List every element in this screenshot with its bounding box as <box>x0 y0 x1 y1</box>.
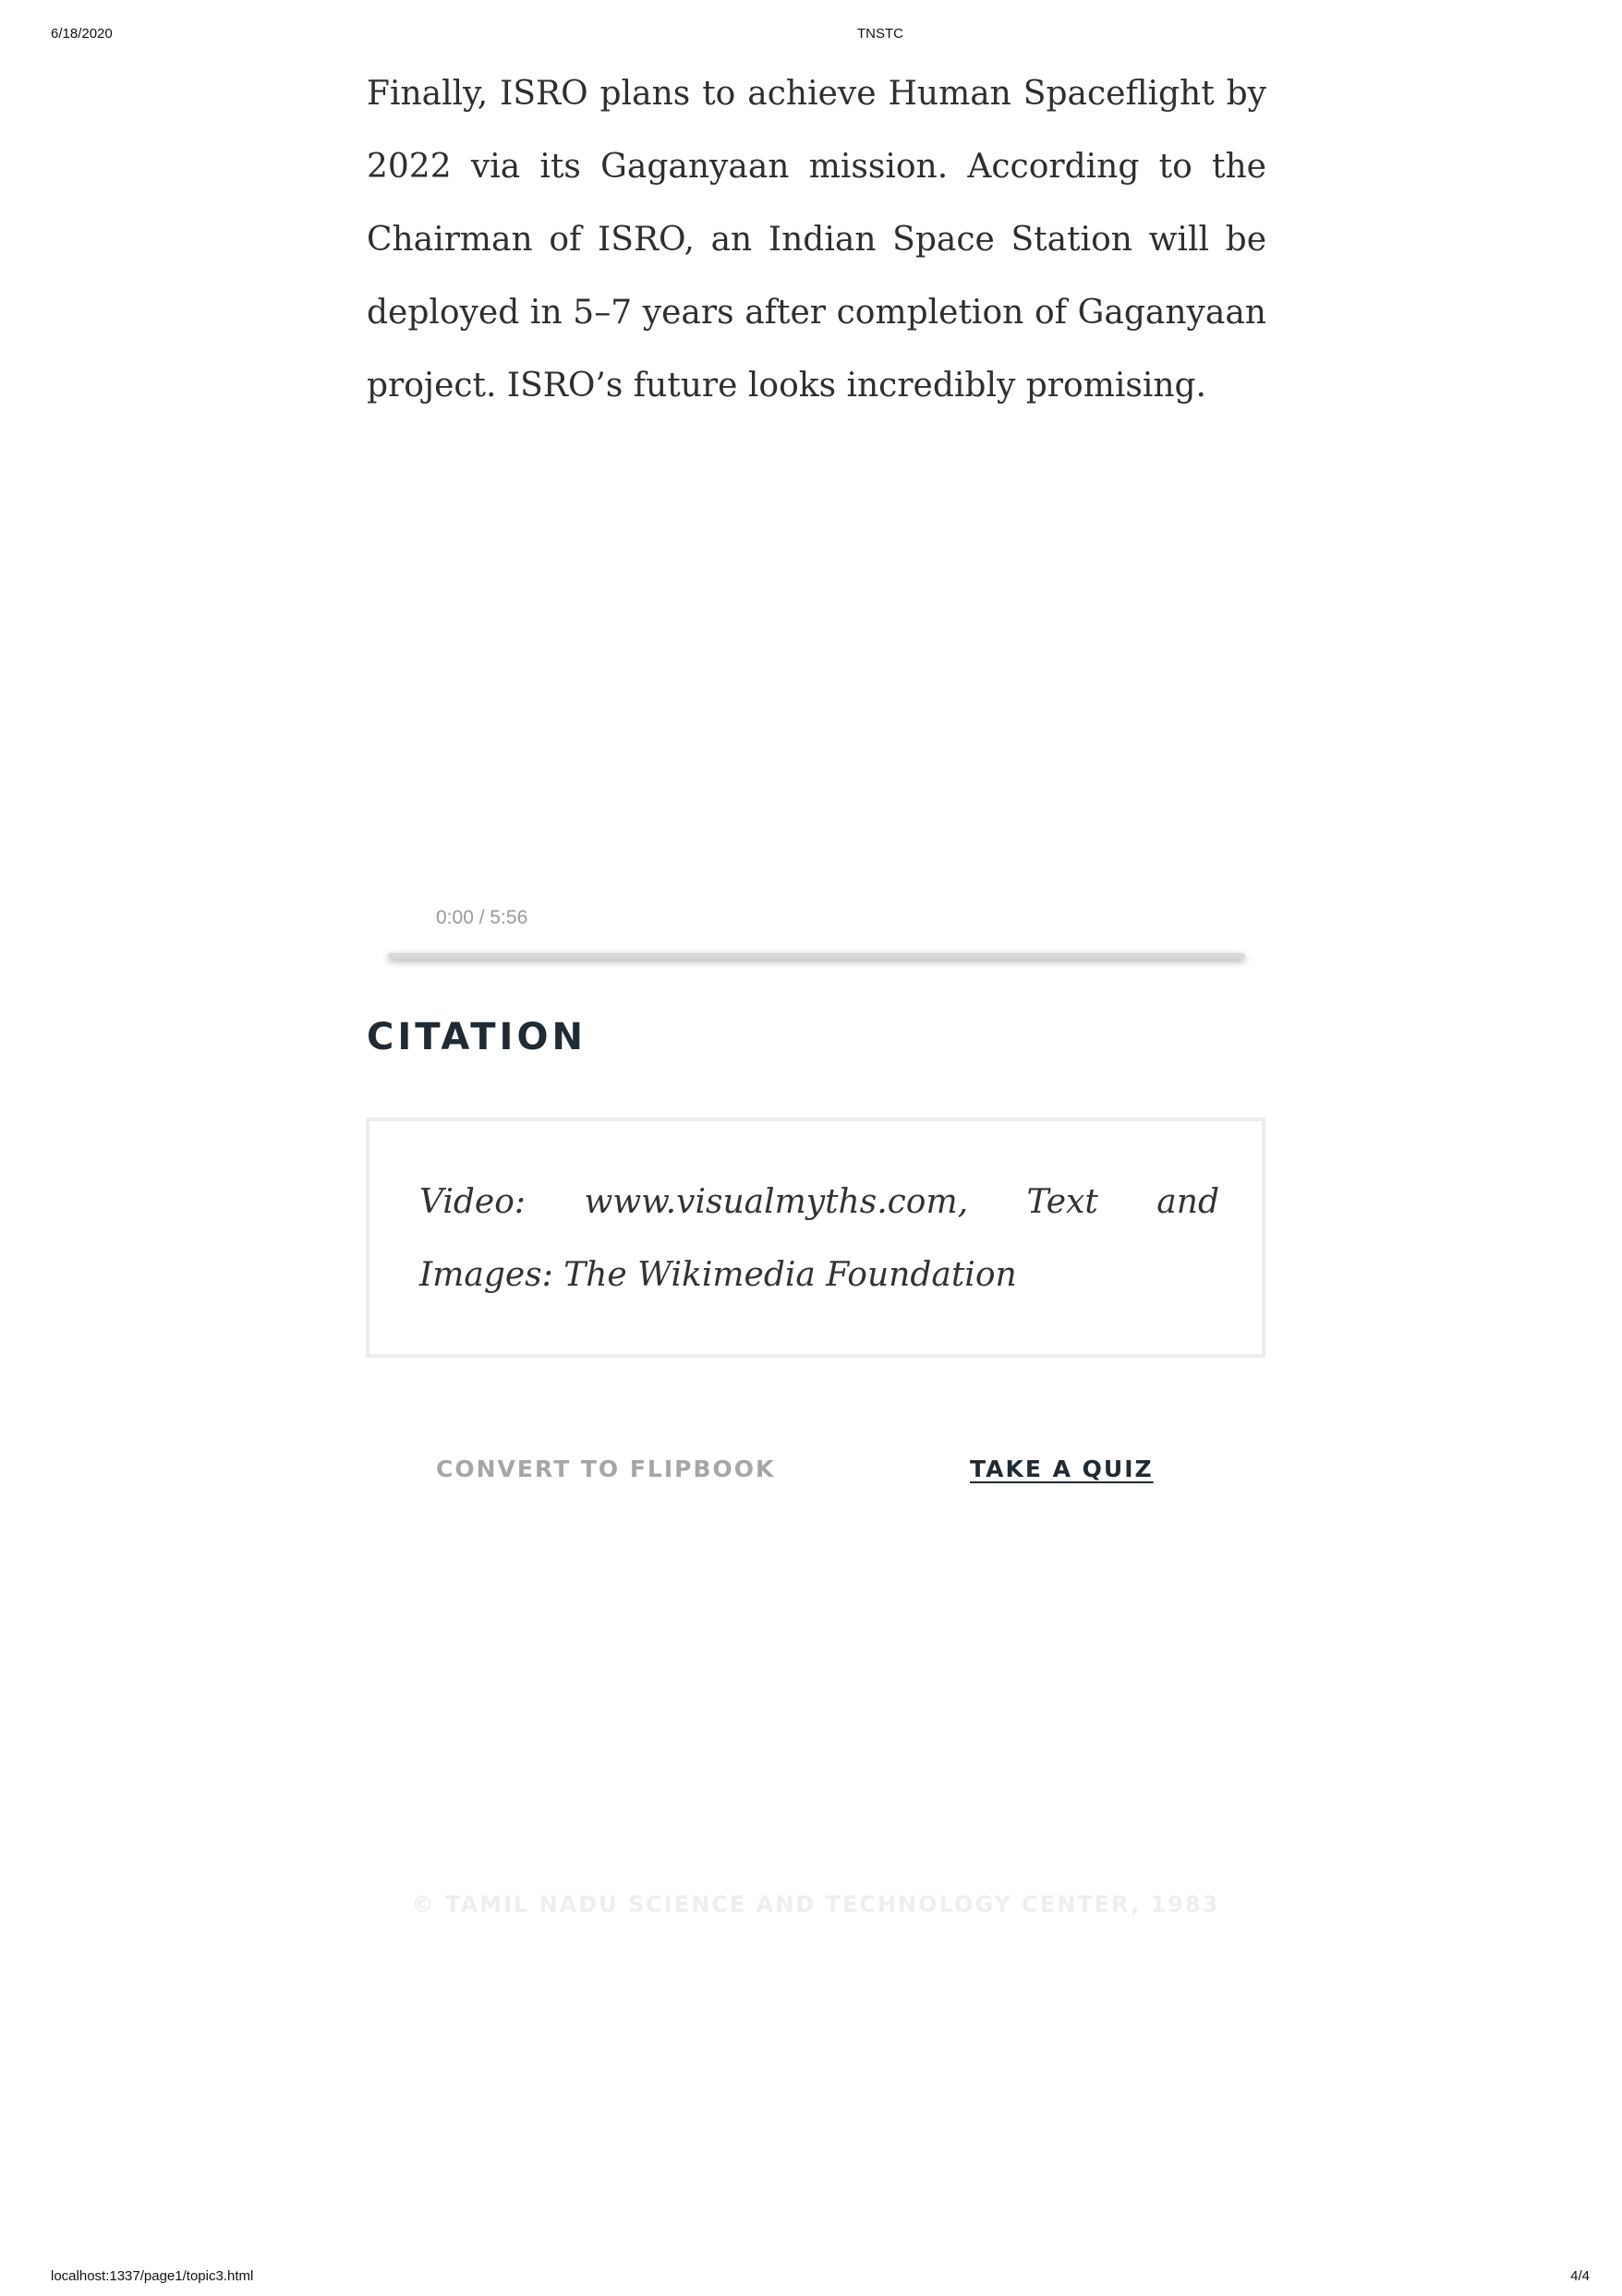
take-a-quiz-link[interactable]: TAKE A QUIZ <box>970 1456 1154 1482</box>
print-header: 6/18/2020 TNSTC <box>0 26 1622 54</box>
print-page-title: TNSTC <box>857 26 903 42</box>
print-url: localhost:1337/page1/topic3.html <box>51 2268 254 2284</box>
video-time-display: 0:00 / 5:56 <box>436 907 528 928</box>
print-footer: localhost:1337/page1/topic3.html 4/4 <box>0 2268 1622 2296</box>
video-progress-bar[interactable] <box>388 953 1245 959</box>
copyright-footer: © TAMIL NADU SCIENCE AND TECHNOLOGY CENT… <box>411 1891 1220 1917</box>
article-paragraph: Finally, ISRO plans to achieve Human Spa… <box>367 75 1266 405</box>
convert-to-flipbook-button[interactable]: CONVERT TO FLIPBOOK <box>436 1456 775 1482</box>
citation-text: Video: www.visualmyths.com, Text and Ima… <box>419 1183 1219 1294</box>
video-player[interactable]: 0:00 / 5:56 <box>388 887 1245 961</box>
citation-box: Video: www.visualmyths.com, Text and Ima… <box>366 1118 1265 1358</box>
citation-heading: CITATION <box>367 1016 587 1058</box>
print-page-number: 4/4 <box>1570 2268 1590 2284</box>
